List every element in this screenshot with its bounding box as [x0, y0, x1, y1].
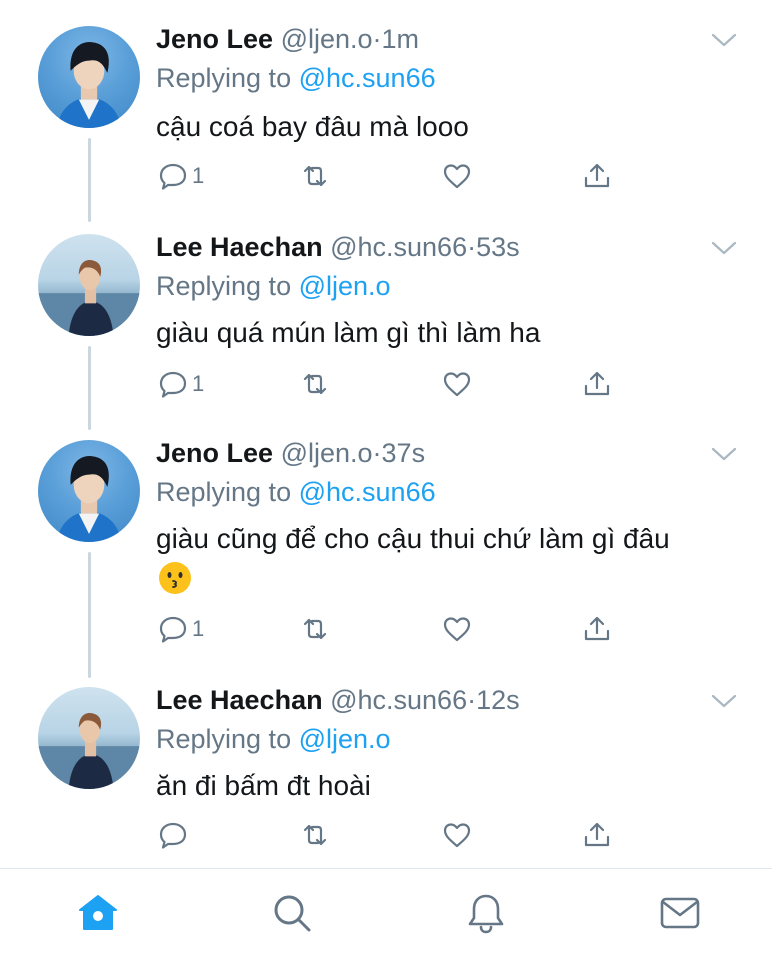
- retweet-button[interactable]: [300, 367, 330, 401]
- display-name[interactable]: Lee Haechan: [156, 685, 323, 715]
- reply-button[interactable]: 1: [158, 367, 204, 401]
- retweet-button[interactable]: [300, 612, 330, 646]
- kissing-face-emoji: [159, 562, 191, 594]
- replying-to-label: Replying to: [156, 477, 292, 507]
- mention-link[interactable]: @ljen.o: [299, 724, 391, 754]
- replying-to-label: Replying to: [156, 724, 292, 754]
- tweet-text: ăn đi bấm đt hoài: [156, 770, 371, 801]
- share-button[interactable]: [582, 612, 612, 646]
- heart-icon: [443, 823, 471, 848]
- tweet-header: Jeno Lee @ljen.o·1m: [156, 22, 419, 56]
- search-icon: [274, 895, 311, 932]
- tweet[interactable]: Lee Haechan @hc.sun66·53s Replying to @l…: [0, 208, 772, 415]
- chevron-down-icon[interactable]: [711, 240, 737, 256]
- tweet-header: Lee Haechan @hc.sun66·12s: [156, 683, 520, 717]
- separator-dot: ·: [467, 685, 477, 715]
- bottom-tab-bar: [0, 868, 772, 961]
- share-button[interactable]: [582, 818, 612, 852]
- tweet-header: Lee Haechan @hc.sun66·53s: [156, 230, 520, 264]
- tab-messages[interactable]: [658, 891, 702, 935]
- share-icon: [584, 822, 610, 847]
- username[interactable]: @ljen.o: [281, 24, 373, 54]
- heart-icon: [443, 164, 471, 189]
- replying-to-label: Replying to: [156, 63, 292, 93]
- share-icon: [584, 371, 610, 396]
- mention-link[interactable]: @hc.sun66: [299, 63, 436, 93]
- timestamp[interactable]: 53s: [476, 232, 520, 262]
- like-button[interactable]: [442, 612, 472, 646]
- tweet-text: giàu cũng để cho cậu thui chứ làm gì đâu: [156, 523, 670, 554]
- mention-link[interactable]: @hc.sun66: [299, 477, 436, 507]
- tweet-header: Jeno Lee @ljen.o·37s: [156, 436, 425, 470]
- share-icon: [584, 616, 610, 641]
- like-button[interactable]: [442, 367, 472, 401]
- display-name[interactable]: Lee Haechan: [156, 232, 323, 262]
- messages-icon: [660, 897, 700, 929]
- tweet[interactable]: Jeno Lee @ljen.o·37s Replying to @hc.sun…: [0, 414, 772, 668]
- tab-home[interactable]: [76, 891, 120, 935]
- display-name[interactable]: Jeno Lee: [156, 438, 273, 468]
- retweet-icon: [303, 618, 327, 640]
- reply-icon: [159, 371, 187, 398]
- share-icon: [584, 163, 610, 188]
- timestamp[interactable]: 1m: [382, 24, 420, 54]
- tweet[interactable]: Jeno Lee @ljen.o·1m Replying to @hc.sun6…: [0, 0, 772, 207]
- reply-icon: [159, 163, 187, 190]
- like-button[interactable]: [442, 818, 472, 852]
- timestamp[interactable]: 37s: [382, 438, 426, 468]
- replying-to: Replying to @hc.sun66: [156, 61, 436, 95]
- conversation-thread: Jeno Lee @ljen.o·1m Replying to @hc.sun6…: [0, 0, 772, 868]
- avatar[interactable]: [38, 26, 140, 128]
- retweet-button[interactable]: [300, 818, 330, 852]
- replying-to: Replying to @ljen.o: [156, 269, 391, 303]
- username[interactable]: @ljen.o: [281, 438, 373, 468]
- retweet-icon: [303, 373, 327, 395]
- share-button[interactable]: [582, 367, 612, 401]
- chevron-down-icon[interactable]: [711, 693, 737, 709]
- replying-to-label: Replying to: [156, 271, 292, 301]
- display-name[interactable]: Jeno Lee: [156, 24, 273, 54]
- reply-count: 1: [192, 163, 205, 188]
- reply-icon: [159, 616, 187, 643]
- replying-to: Replying to @hc.sun66: [156, 475, 436, 509]
- tweet-actions: [158, 818, 618, 852]
- notifications-icon: [468, 894, 504, 934]
- retweet-icon: [303, 165, 327, 187]
- heart-icon: [443, 617, 471, 642]
- reply-button[interactable]: [158, 818, 192, 852]
- reply-count: 1: [192, 371, 205, 396]
- avatar[interactable]: [38, 687, 140, 789]
- heart-icon: [443, 372, 471, 397]
- mention-link[interactable]: @ljen.o: [299, 271, 391, 301]
- reply-icon: [159, 822, 187, 849]
- tweet-text: giàu quá mún làm gì thì làm ha: [156, 317, 541, 348]
- chevron-down-icon[interactable]: [711, 446, 737, 462]
- username[interactable]: @hc.sun66: [330, 685, 467, 715]
- retweet-button[interactable]: [300, 159, 330, 193]
- share-button[interactable]: [582, 159, 612, 193]
- like-button[interactable]: [442, 159, 472, 193]
- tweet-actions: 1: [158, 367, 618, 401]
- separator-dot: ·: [467, 232, 477, 262]
- avatar[interactable]: [38, 234, 140, 336]
- timestamp[interactable]: 12s: [476, 685, 520, 715]
- tweet-actions: 1: [158, 159, 618, 193]
- reply-count: 1: [192, 616, 205, 641]
- home-icon: [79, 895, 117, 930]
- reply-button[interactable]: 1: [158, 159, 204, 193]
- separator-dot: ·: [372, 24, 382, 54]
- tab-notifications[interactable]: [464, 891, 508, 935]
- tab-search[interactable]: [270, 891, 314, 935]
- username[interactable]: @hc.sun66: [330, 232, 467, 262]
- tweet-actions: 1: [158, 612, 618, 646]
- separator-dot: ·: [372, 438, 382, 468]
- chevron-down-icon[interactable]: [711, 32, 737, 48]
- avatar[interactable]: [38, 440, 140, 542]
- retweet-icon: [303, 824, 327, 846]
- tweet-text: cậu coá bay đâu mà looo: [156, 111, 469, 142]
- tweet[interactable]: Lee Haechan @hc.sun66·12s Replying to @l…: [0, 661, 772, 868]
- replying-to: Replying to @ljen.o: [156, 722, 391, 756]
- reply-button[interactable]: 1: [158, 612, 204, 646]
